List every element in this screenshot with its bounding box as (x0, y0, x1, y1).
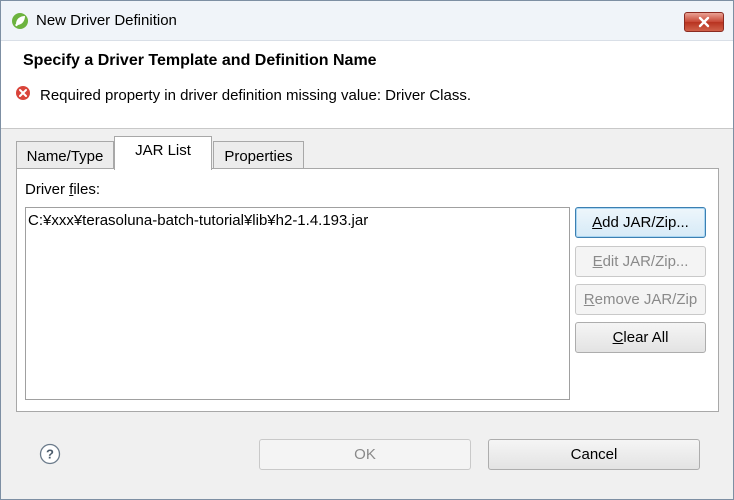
close-icon (698, 16, 710, 28)
error-icon (15, 85, 31, 101)
ok-button[interactable]: OK (259, 439, 471, 470)
clear-all-button[interactable]: Clear All (575, 322, 706, 353)
svg-text:?: ? (46, 447, 54, 462)
tab-bar: Name/Type JAR List Properties (16, 136, 716, 170)
page-title: Specify a Driver Template and Definition… (23, 52, 377, 69)
header-panel: Specify a Driver Template and Definition… (1, 41, 733, 129)
tab-label: Properties (224, 147, 293, 165)
tab-name-type[interactable]: Name/Type (16, 141, 114, 170)
cancel-button[interactable]: Cancel (488, 439, 700, 470)
driver-files-label: Driver files: (25, 181, 101, 198)
help-icon[interactable]: ? (39, 443, 61, 465)
edit-jar-button[interactable]: Edit JAR/Zip... (575, 246, 706, 277)
remove-jar-button[interactable]: Remove JAR/Zip (575, 284, 706, 315)
driver-files-list[interactable]: C:¥xxx¥terasoluna-batch-tutorial¥lib¥h2-… (25, 207, 570, 400)
add-jar-button[interactable]: Add JAR/Zip... (575, 207, 706, 238)
title-bar[interactable]: New Driver Definition (1, 1, 733, 41)
window-title: New Driver Definition (36, 12, 177, 29)
tab-properties[interactable]: Properties (213, 141, 304, 170)
list-item[interactable]: C:¥xxx¥terasoluna-batch-tutorial¥lib¥h2-… (28, 212, 368, 229)
dialog-window: New Driver Definition Specify a Driver T… (0, 0, 734, 500)
tab-jar-list[interactable]: JAR List (114, 136, 212, 170)
close-button[interactable] (684, 12, 724, 32)
jar-list-panel: Driver files: C:¥xxx¥terasoluna-batch-tu… (16, 168, 719, 412)
error-message: Required property in driver definition m… (40, 87, 472, 104)
tab-label: JAR List (135, 142, 191, 159)
spring-leaf-icon (11, 12, 29, 30)
tab-label: Name/Type (26, 147, 104, 165)
